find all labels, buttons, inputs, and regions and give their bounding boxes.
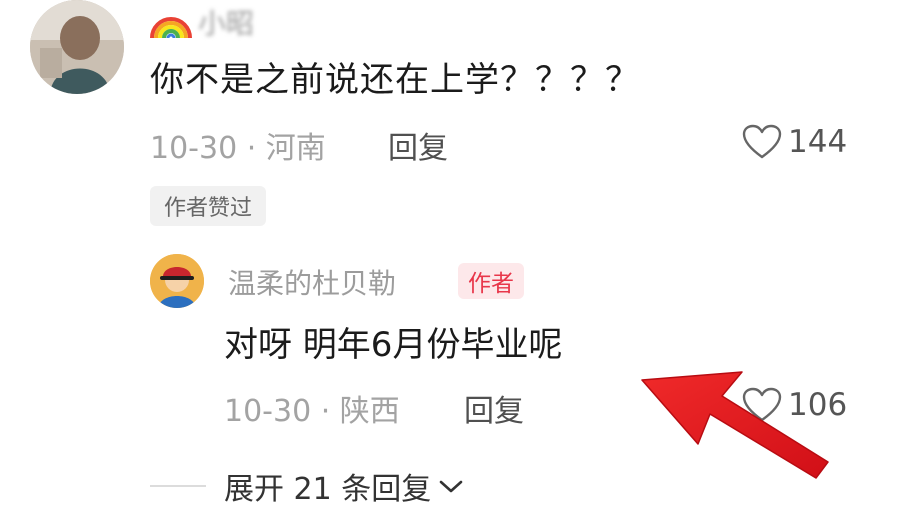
reply-author-avatar[interactable] <box>150 254 204 308</box>
commenter-avatar[interactable] <box>30 0 124 94</box>
author-liked-badge: 作者赞过 <box>150 186 267 226</box>
comment-like-button[interactable]: 144 <box>742 124 847 160</box>
expand-replies-button[interactable]: 展开 21 条回复 <box>224 464 465 508</box>
comment-meta: 10-30 · 河南 <box>150 131 326 166</box>
expand-replies-label: 展开 21 条回复 <box>224 472 432 507</box>
heart-outline-icon <box>742 124 782 159</box>
reply-reply-button[interactable]: 回复 <box>464 386 524 430</box>
author-badge: 作者 <box>458 263 524 299</box>
commenter-username[interactable]: 小昭 <box>150 2 254 42</box>
comment-text: 你不是之前说还在上学？？？？ <box>150 60 640 100</box>
annotation-arrow-icon <box>641 371 829 479</box>
comment-reply-button[interactable]: 回复 <box>388 123 448 167</box>
commenter-username-text: 小昭 <box>198 7 255 40</box>
reply-username[interactable]: 温柔的杜贝勒 <box>228 262 396 302</box>
reply-text: 对呀 明年6月份毕业呢 <box>224 325 563 365</box>
chevron-down-icon <box>439 480 463 493</box>
rainbow-emoji-icon <box>150 17 192 39</box>
reply-meta: 10-30 · 陕西 <box>224 394 400 429</box>
comment-like-count: 144 <box>788 124 848 160</box>
expand-divider <box>150 485 206 487</box>
